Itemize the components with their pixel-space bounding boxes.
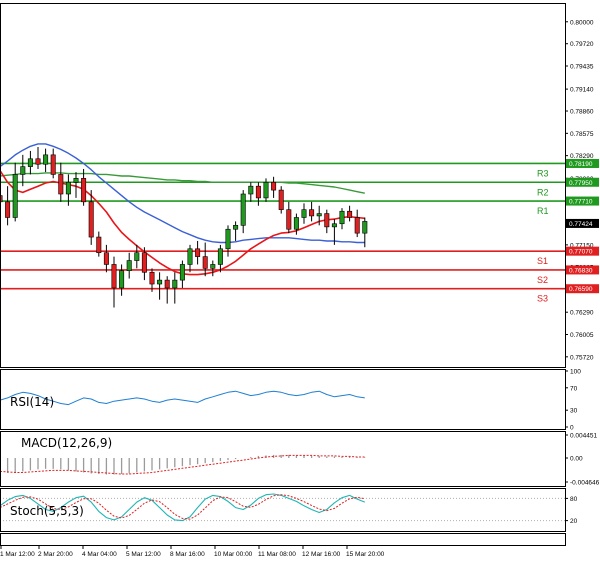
level-price-label: 0.77070: [569, 249, 593, 256]
bearish-candle: [50, 154, 56, 175]
bullish-candle: [20, 166, 26, 175]
bearish-candle: [96, 236, 102, 254]
bearish-candle: [58, 174, 64, 195]
bearish-candle: [354, 217, 360, 234]
bearish-candle: [141, 252, 147, 273]
level-name-r1: R1: [537, 206, 549, 216]
bullish-candle: [65, 181, 71, 195]
time-tick-label: 11 Mar 08:00: [258, 551, 296, 558]
stoch-tick-label: 80: [570, 496, 578, 503]
level-price-label: 0.76830: [569, 267, 593, 274]
price-tick-label: 0.80000: [570, 19, 594, 26]
bearish-candle: [35, 158, 41, 165]
bearish-candle: [278, 189, 284, 210]
time-tick-label: 12 Mar 16:00: [302, 551, 341, 558]
bearish-candle: [271, 181, 277, 191]
level-price-label: 0.77710: [569, 199, 593, 206]
bearish-candle: [149, 271, 155, 285]
bullish-candle: [157, 279, 163, 285]
bearish-candle: [309, 209, 315, 217]
bullish-candle: [263, 181, 269, 199]
bullish-candle: [134, 252, 140, 261]
time-tick-label: 15 Mar 20:00: [346, 551, 385, 558]
bullish-candle: [210, 264, 216, 269]
forex-chart: R3 R2 R1 S1 S2 S3 0.80000 0.79720 0.79435 0.7914…: [0, 0, 600, 565]
rsi-label: RSI(14): [10, 395, 54, 409]
bullish-candle: [316, 213, 322, 217]
bullish-candle: [187, 248, 193, 265]
bearish-candle: [347, 210, 353, 218]
bearish-candle: [324, 213, 330, 228]
price-tick-label: 0.78575: [570, 131, 594, 138]
bullish-candle: [27, 158, 33, 167]
time-tick-label: 10 Mar 00:00: [214, 551, 253, 558]
price-tick-label: 0.78860: [570, 109, 594, 116]
bullish-candle: [217, 248, 223, 265]
bullish-candle: [233, 225, 239, 230]
price-tick-label: 0.79435: [570, 64, 594, 71]
bearish-candle: [195, 248, 201, 257]
bearish-candle: [103, 252, 109, 265]
level-price-label: 0.77950: [569, 180, 593, 187]
bullish-candle: [240, 193, 246, 226]
level-price-label: 0.78190: [569, 161, 593, 168]
stoch-label: Stoch(5,5,3): [10, 504, 84, 518]
bullish-candle: [301, 209, 307, 218]
bullish-candle: [73, 178, 79, 183]
level-name-r3: R3: [537, 168, 549, 178]
chart-background: [0, 0, 600, 565]
bullish-candle: [12, 174, 18, 218]
time-tick-label: 5 Mar 12:00: [126, 551, 161, 558]
bearish-candle: [164, 279, 170, 289]
time-tick-label: 2 Mar 20:00: [38, 551, 73, 558]
current-price-label: 0.77424: [569, 221, 593, 228]
bearish-candle: [286, 209, 292, 230]
bearish-candle: [202, 256, 208, 269]
rsi-tick-label: 100: [570, 369, 581, 376]
bearish-candle: [88, 201, 94, 238]
bullish-candle: [339, 210, 345, 225]
bullish-candle: [43, 154, 49, 165]
level-name-s2: S2: [537, 275, 548, 285]
bullish-candle: [248, 185, 254, 195]
macd-tick-label: 0.004451: [570, 433, 597, 440]
level-name-s3: S3: [537, 294, 548, 304]
time-tick-label: 1 Mar 12:00: [0, 551, 35, 558]
bullish-candle: [179, 264, 185, 281]
bearish-candle: [5, 201, 11, 218]
rsi-tick-label: 0: [570, 425, 574, 432]
bearish-candle: [255, 185, 261, 199]
price-tick-label: 0.75720: [570, 354, 594, 361]
bullish-candle: [362, 221, 368, 234]
bearish-candle: [111, 264, 117, 289]
rsi-tick-label: 30: [570, 408, 578, 415]
price-tick-label: 0.76005: [570, 332, 594, 339]
bullish-candle: [126, 260, 132, 272]
time-tick-label: 8 Mar 16:00: [170, 551, 205, 558]
rsi-tick-label: 70: [570, 385, 578, 392]
price-tick-label: 0.79140: [570, 87, 594, 94]
level-name-r2: R2: [537, 187, 549, 197]
macd-label: MACD(12,26,9): [21, 436, 112, 450]
macd-tick-label: -0.004646: [570, 480, 600, 487]
bullish-candle: [331, 223, 337, 228]
bullish-candle: [119, 270, 125, 289]
bearish-candle: [81, 178, 87, 203]
time-tick-label: 4 Mar 04:00: [82, 551, 117, 558]
level-name-s1: S1: [537, 256, 548, 266]
stoch-tick-label: 20: [570, 518, 578, 525]
bullish-candle: [293, 217, 299, 230]
macd-tick-label: 0.00: [570, 455, 583, 462]
price-tick-label: 0.79720: [570, 41, 594, 48]
price-tick-label: 0.76290: [570, 310, 594, 317]
bullish-candle: [225, 228, 231, 250]
level-price-label: 0.76590: [569, 286, 593, 293]
bullish-candle: [172, 279, 178, 289]
